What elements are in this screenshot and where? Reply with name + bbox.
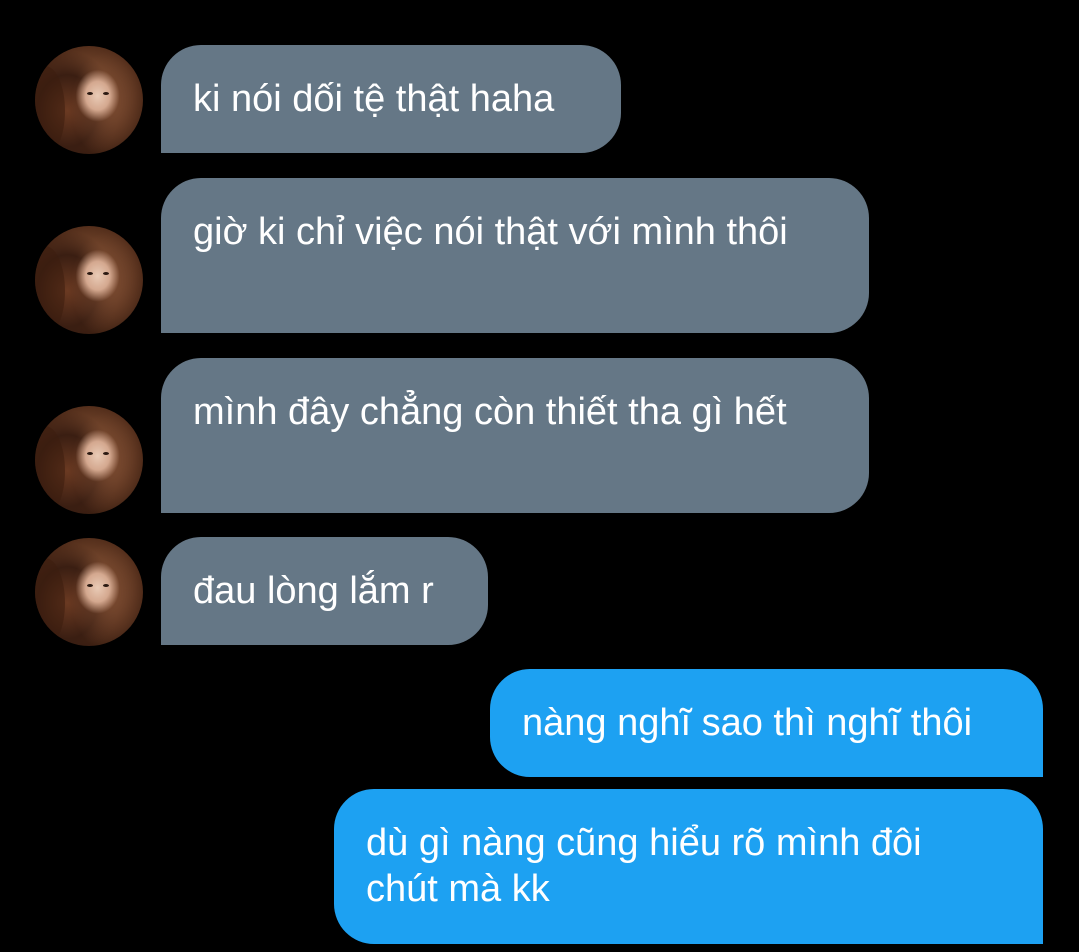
avatar-photo-detail: [87, 452, 93, 455]
message-text: mình đây chẳng còn thiết tha gì hết: [193, 391, 787, 433]
avatar-photo-detail: [35, 426, 65, 514]
incoming-message-bubble[interactable]: đau lòng lắm r: [161, 537, 488, 645]
avatar-photo-detail: [103, 584, 109, 587]
message-text: dù gì nàng cũng hiểu rõ mình đôi chút mà…: [366, 822, 922, 910]
message-text: giờ ki chỉ việc nói thật với mình thôi: [193, 211, 788, 253]
avatar-photo-detail: [87, 92, 93, 95]
sender-avatar[interactable]: [35, 406, 143, 514]
avatar-photo-detail: [87, 272, 93, 275]
avatar-photo-detail: [103, 92, 109, 95]
avatar-photo-detail: [35, 66, 65, 154]
sender-avatar[interactable]: [35, 538, 143, 646]
outgoing-message-bubble[interactable]: nàng nghĩ sao thì nghĩ thôi: [490, 669, 1043, 777]
incoming-message-bubble[interactable]: giờ ki chỉ việc nói thật với mình thôi: [161, 178, 869, 333]
avatar-photo-detail: [87, 584, 93, 587]
sender-avatar[interactable]: [35, 226, 143, 334]
avatar-photo-detail: [35, 246, 65, 334]
incoming-message-bubble[interactable]: ki nói dối tệ thật haha: [161, 45, 621, 153]
message-text: nàng nghĩ sao thì nghĩ thôi: [522, 702, 973, 744]
avatar-photo-detail: [35, 558, 65, 646]
avatar-photo-detail: [103, 272, 109, 275]
avatar-photo-detail: [103, 452, 109, 455]
message-text: ki nói dối tệ thật haha: [193, 78, 555, 120]
outgoing-message-bubble[interactable]: dù gì nàng cũng hiểu rõ mình đôi chút mà…: [334, 789, 1043, 944]
incoming-message-bubble[interactable]: mình đây chẳng còn thiết tha gì hết: [161, 358, 869, 513]
message-text: đau lòng lắm r: [193, 570, 434, 612]
sender-avatar[interactable]: [35, 46, 143, 154]
